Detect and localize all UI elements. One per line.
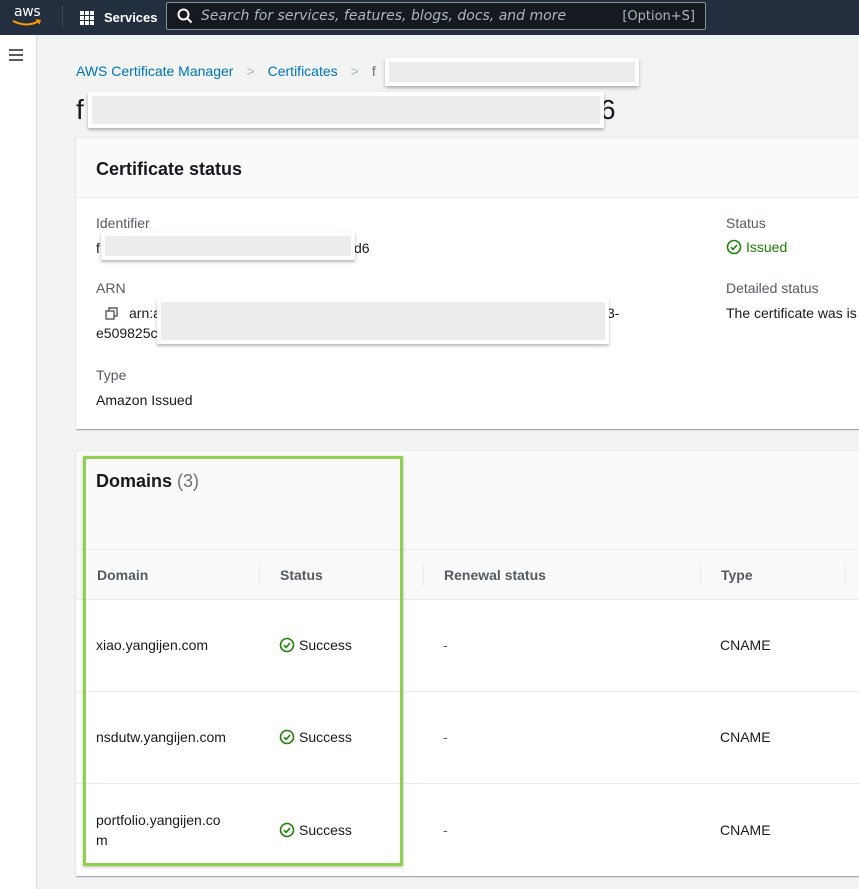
column-divider[interactable]: [845, 563, 846, 587]
status-cell: Success: [279, 727, 352, 747]
renewal-status-cell: -: [443, 637, 448, 653]
certificate-status-title: Certificate status: [96, 159, 243, 179]
menu-icon[interactable]: [9, 49, 23, 61]
redaction-box: [385, 58, 639, 86]
detailed-status-value: The certificate was is: [726, 305, 857, 321]
page-title-prefix: f: [76, 94, 84, 125]
redaction-box: [88, 92, 604, 128]
detailed-status-label: Detailed status: [726, 280, 819, 296]
panel-header: Certificate status: [76, 138, 859, 198]
services-label: Services: [104, 10, 158, 25]
table-row: portfolio.yangijen.co m Success - CNAME: [76, 784, 859, 876]
redaction-box: [157, 298, 609, 344]
aws-smile-icon: [12, 19, 41, 26]
column-header-domain[interactable]: Domain: [97, 567, 148, 583]
aws-logo-text: aws: [14, 4, 41, 20]
search-icon: [177, 8, 193, 24]
chevron-right-icon: >: [350, 63, 359, 79]
domains-title: Domains (3): [96, 471, 200, 491]
column-header-type[interactable]: Type: [721, 567, 753, 583]
identifier-label: Identifier: [96, 215, 150, 231]
arn-label: ARN: [96, 280, 126, 296]
identifier-value-suffix: d6: [354, 240, 370, 256]
type-value: Amazon Issued: [96, 392, 193, 408]
top-navigation: aws Services [Option+S]: [0, 0, 859, 35]
page-title: f: [76, 94, 84, 126]
domain-cell: nsdutw.yangijen.com: [96, 729, 226, 745]
check-circle-icon: [279, 729, 295, 745]
domain-cell: xiao.yangijen.com: [96, 637, 209, 653]
identifier-value-prefix: f: [96, 240, 100, 256]
aws-logo[interactable]: aws: [12, 3, 48, 31]
arn-value-line2-prefix: e509825c: [96, 325, 158, 341]
status-label: Status: [726, 215, 766, 231]
table-header: Domain Status Renewal status Type: [76, 550, 859, 600]
column-divider[interactable]: [423, 563, 424, 587]
column-header-renewal-status[interactable]: Renewal status: [444, 567, 546, 583]
chevron-right-icon: >: [246, 63, 255, 79]
nav-divider: [62, 6, 63, 28]
renewal-status-cell: -: [443, 729, 448, 745]
table-row: nsdutw.yangijen.com Success - CNAME: [76, 692, 859, 783]
breadcrumb-acm-link[interactable]: AWS Certificate Manager: [76, 63, 233, 79]
check-circle-icon: [279, 637, 295, 653]
copy-icon[interactable]: [105, 307, 119, 321]
check-circle-icon: [279, 822, 295, 838]
search-input[interactable]: [201, 8, 611, 24]
search-box[interactable]: [Option+S]: [166, 2, 706, 30]
redaction-box: [101, 232, 355, 260]
domain-cell: portfolio.yangijen.co m: [96, 812, 221, 848]
column-divider[interactable]: [700, 563, 701, 587]
table-row: xiao.yangijen.com Success - CNAME: [76, 600, 859, 691]
domains-panel: Domains (3) Domain Status Renewal status…: [76, 450, 859, 876]
certificate-status-panel: Certificate status Identifier f d6 ARN a…: [76, 137, 859, 429]
status-cell: Success: [279, 635, 352, 655]
type-label: Type: [96, 367, 127, 383]
breadcrumb-certificates-link[interactable]: Certificates: [268, 63, 338, 79]
status-cell: Success: [279, 820, 352, 840]
services-menu-button[interactable]: Services: [80, 0, 158, 35]
status-value: Issued: [726, 239, 787, 255]
domains-count: (3): [177, 471, 200, 491]
check-circle-icon: [726, 239, 742, 255]
renewal-status-cell: -: [443, 822, 448, 838]
search-shortcut-hint: [Option+S]: [622, 8, 695, 24]
column-divider[interactable]: [259, 563, 260, 587]
column-header-status[interactable]: Status: [280, 567, 323, 583]
type-cell: CNAME: [720, 637, 771, 653]
breadcrumb-current-prefix: f: [371, 63, 376, 79]
grid-icon: [80, 10, 94, 25]
type-cell: CNAME: [720, 822, 771, 838]
type-cell: CNAME: [720, 729, 771, 745]
domains-header: Domains (3): [76, 451, 859, 550]
side-navigation-collapsed: [0, 35, 37, 889]
